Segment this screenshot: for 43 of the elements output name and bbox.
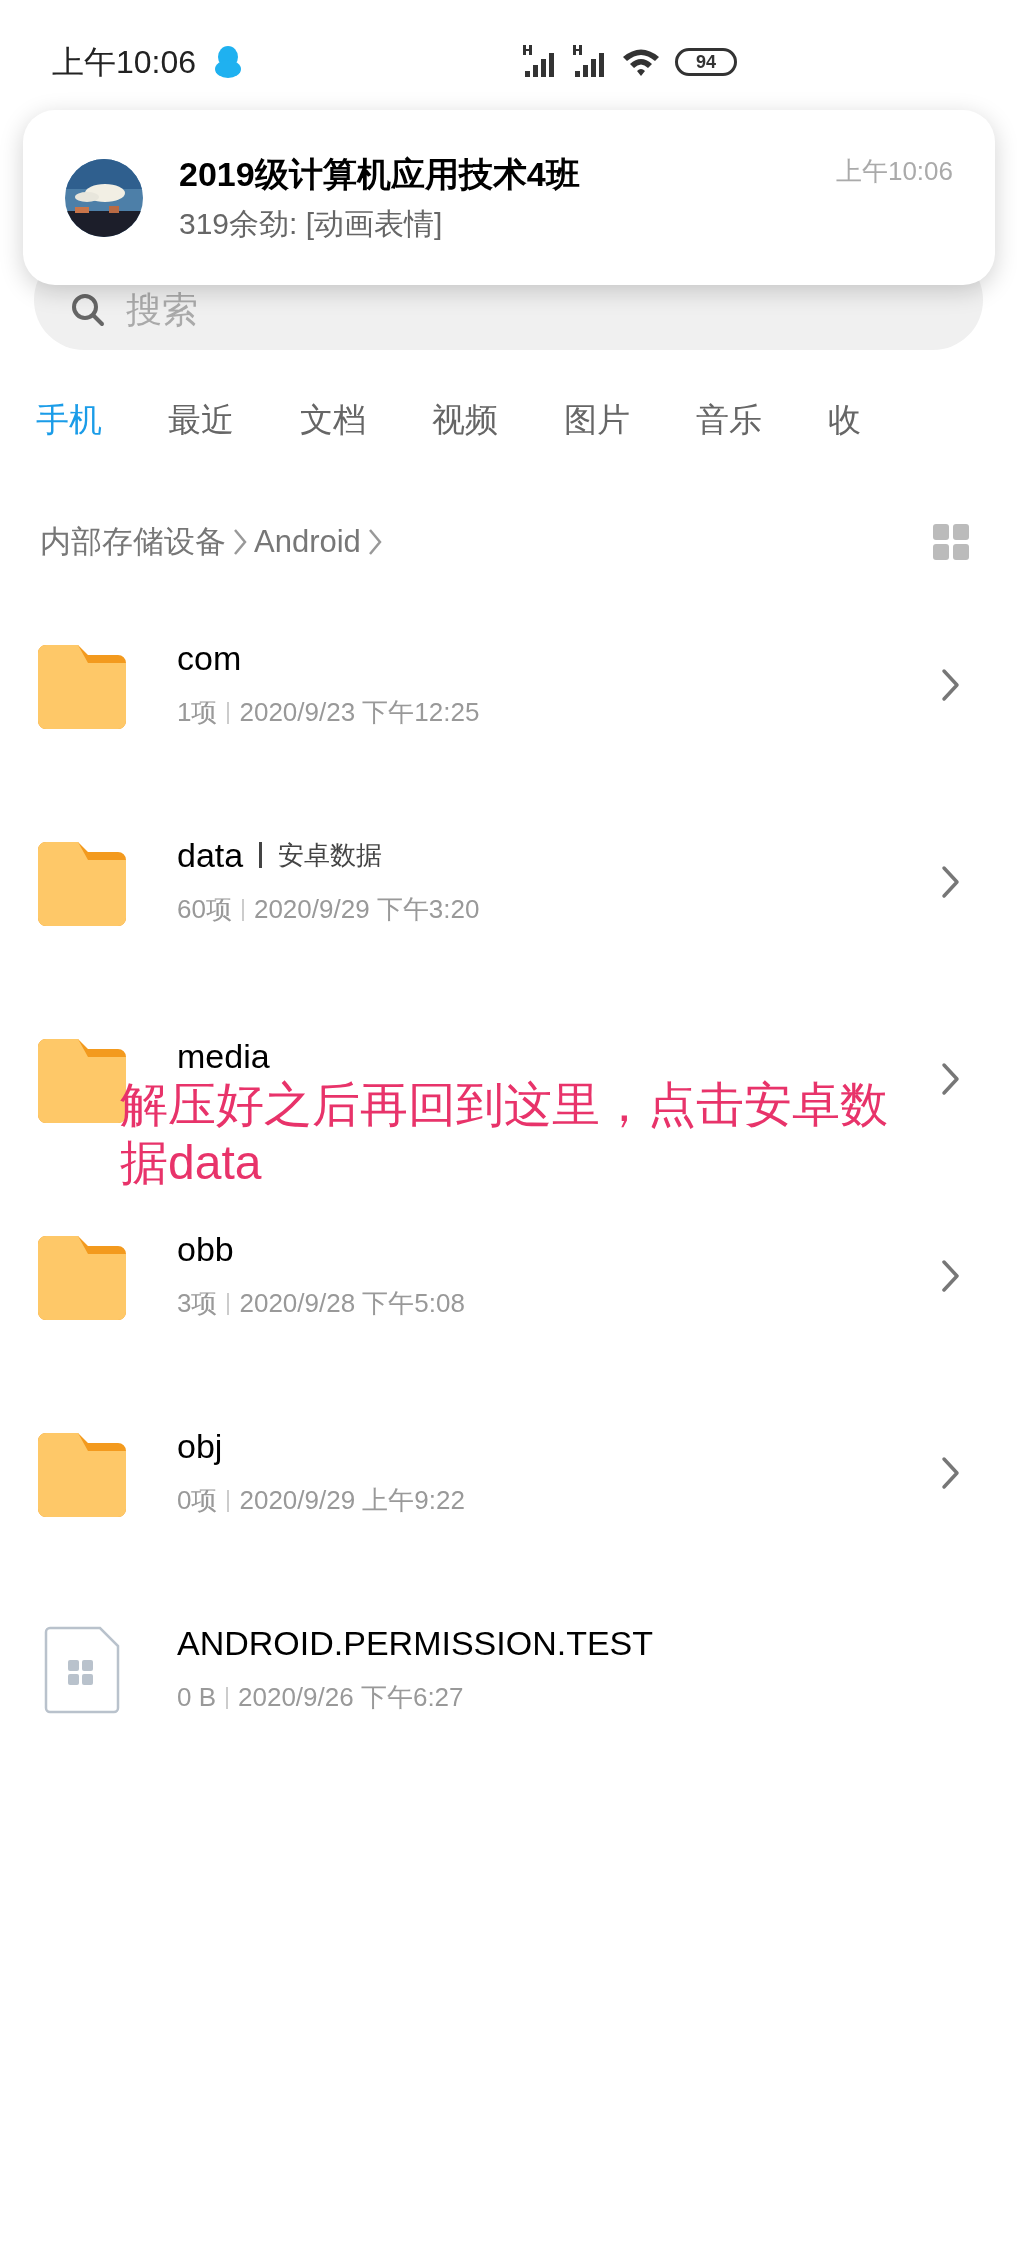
item-count: 3项 (177, 1287, 218, 1321)
item-count: 1项 (177, 696, 218, 730)
battery-indicator: 94 (675, 48, 737, 76)
category-tab[interactable]: 收 (828, 395, 861, 445)
breadcrumb-item[interactable]: 内部存储设备 (40, 518, 226, 566)
modified-date: 2020/9/28 下午5:08 (239, 1287, 465, 1321)
chevron-right-icon (941, 1455, 961, 1490)
file-name: obj (177, 1425, 223, 1467)
search-icon (70, 292, 106, 328)
chevron-right-icon (941, 864, 961, 899)
category-tab[interactable]: 音乐 (696, 395, 762, 445)
notification-time: 上午10:06 (835, 155, 953, 188)
signal-icon (571, 45, 607, 79)
item-count: 60项 (177, 893, 232, 927)
chevron-right-icon (941, 667, 961, 702)
category-tab[interactable]: 手机 (36, 395, 102, 445)
modified-date: 2020/9/23 下午12:25 (239, 696, 480, 730)
file-icon (44, 1625, 120, 1714)
status-time: 上午10:06 (52, 43, 197, 82)
breadcrumb-item[interactable]: Android (254, 518, 361, 566)
chevron-right-icon (366, 527, 383, 557)
item-count: 0 B (177, 1681, 217, 1715)
chevron-right-icon (232, 527, 248, 557)
file-name: com (177, 637, 242, 679)
item-count: 0项 (177, 1484, 218, 1518)
category-tab[interactable]: 图片 (564, 395, 630, 445)
modified-date: 2020/9/29 上午9:22 (239, 1484, 465, 1518)
notification-title: 2019级计算机应用技术4班 (179, 153, 581, 195)
category-tab[interactable]: 文档 (300, 395, 366, 445)
folder-tag: 安卓数据 (278, 835, 383, 875)
notification-message: 319余劲: [动画表情] (179, 206, 444, 242)
category-tab[interactable]: 最近 (168, 395, 234, 445)
file-name: obb (177, 1228, 234, 1270)
grid-view-icon[interactable] (933, 524, 969, 560)
chevron-right-icon (941, 1258, 961, 1293)
file-name: ANDROID.PERMISSION.TEST (177, 1622, 654, 1664)
file-name: media (177, 1036, 270, 1078)
category-tab[interactable]: 视频 (432, 395, 498, 445)
signal-icon (521, 45, 557, 79)
file-name: data (177, 834, 244, 876)
modified-date: 2020/9/29 下午3:20 (253, 893, 480, 927)
modified-date: 2020/9/26 下午6:27 (238, 1681, 464, 1715)
chevron-right-icon (941, 1061, 961, 1096)
